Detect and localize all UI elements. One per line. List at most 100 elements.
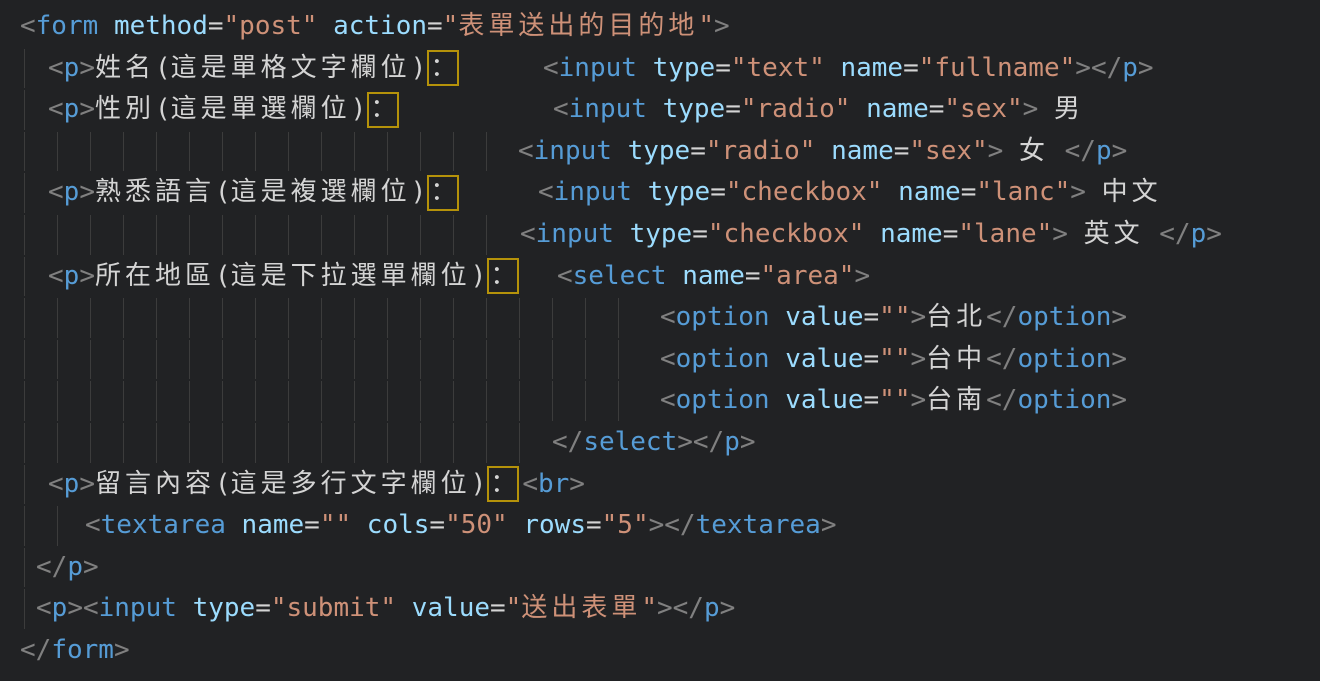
indent-guide xyxy=(57,340,58,380)
indent-guide xyxy=(321,132,322,172)
code-line-2[interactable]: <p>姓名(這是單格文字欄位)：<input type="text" name=… xyxy=(0,48,1320,90)
code-token: 表單送出的目的地 xyxy=(458,6,698,48)
code-line-10[interactable]: <option value="">台南</option> xyxy=(0,380,1320,422)
code-token: = xyxy=(490,588,506,630)
code-line-6[interactable]: <input type="checkbox" name="lane"> 英文 <… xyxy=(0,214,1320,256)
indent-guide xyxy=(420,298,421,338)
code-token xyxy=(864,214,880,256)
code-line-7[interactable]: <p>所在地區(這是下拉選單欄位)： <select name="area"> xyxy=(0,256,1320,298)
code-line-1[interactable]: <form method="post" action="表單送出的目的地"> xyxy=(0,6,1320,48)
code-token: type xyxy=(663,89,726,131)
code-line-16[interactable]: </form> xyxy=(0,630,1320,672)
code-token xyxy=(612,131,628,173)
code-token: form xyxy=(36,6,99,48)
indent-guide xyxy=(552,340,553,380)
code-token: = xyxy=(255,588,271,630)
indent-guide xyxy=(156,381,157,421)
code-editor[interactable]: <form method="post" action="表單送出的目的地"><p… xyxy=(0,0,1320,681)
indent-guide xyxy=(57,423,58,463)
code-segment: <select name="area"> xyxy=(557,256,870,298)
code-segment: <p>所在地區(這是下拉選單欄位)： xyxy=(48,256,522,298)
indent-guide xyxy=(24,90,25,130)
code-token: = xyxy=(903,48,919,90)
code-token: ( xyxy=(215,172,231,214)
indent-guide xyxy=(387,298,388,338)
code-token: p xyxy=(64,172,80,214)
code-line-12[interactable]: <p>留言內容(這是多行文字欄位)：<br> xyxy=(0,464,1320,506)
code-line-13[interactable]: <textarea name="" cols="50" rows="5"></t… xyxy=(0,505,1320,547)
code-token: method xyxy=(114,6,208,48)
code-token: > xyxy=(114,630,130,672)
code-token: type xyxy=(193,588,256,630)
code-line-14[interactable]: </p> xyxy=(0,547,1320,589)
indent-guide xyxy=(321,423,322,463)
code-token: input xyxy=(534,131,612,173)
code-token: name xyxy=(242,505,305,547)
code-token: </ xyxy=(552,422,583,464)
code-segment: <textarea name="" cols="50" rows="5"></t… xyxy=(85,505,836,547)
code-line-9[interactable]: <option value="">台中</option> xyxy=(0,339,1320,381)
code-token: </ xyxy=(1091,48,1122,90)
code-token: = xyxy=(586,505,602,547)
code-token: p xyxy=(64,89,80,131)
code-token: 送出表單 xyxy=(521,588,641,630)
code-token: > xyxy=(1070,172,1086,214)
code-token: input xyxy=(559,48,637,90)
code-token: "lanc" xyxy=(976,172,1070,214)
code-token: p xyxy=(1096,131,1112,173)
indent-guide xyxy=(354,298,355,338)
indent-guide xyxy=(24,215,25,255)
code-token xyxy=(226,505,242,547)
code-line-3[interactable]: <p>性別(這是單選欄位)：<input type="radio" name="… xyxy=(0,89,1320,131)
code-token: > xyxy=(79,48,95,90)
code-token: > xyxy=(910,297,926,339)
code-line-5[interactable]: <p>熟悉語言(這是複選欄位)：<input type="checkbox" n… xyxy=(0,172,1320,214)
code-segment: <p>熟悉語言(這是複選欄位)： xyxy=(48,172,462,214)
code-token: < xyxy=(83,588,99,630)
code-token xyxy=(825,48,841,90)
code-token: < xyxy=(20,6,36,48)
code-token: option xyxy=(676,297,770,339)
indent-guide xyxy=(387,423,388,463)
code-token: > xyxy=(79,464,95,506)
code-line-11[interactable]: </select></p> xyxy=(0,422,1320,464)
indent-guide xyxy=(123,381,124,421)
code-token: > xyxy=(854,256,870,298)
code-token: < xyxy=(553,89,569,131)
code-token: p xyxy=(724,422,740,464)
indent-guide xyxy=(24,548,25,588)
code-token: < xyxy=(557,256,573,298)
code-token: 這是多行文字欄位 xyxy=(231,464,471,506)
indent-guide xyxy=(486,298,487,338)
code-token: > xyxy=(740,422,756,464)
code-token: value xyxy=(785,380,863,422)
code-token: = xyxy=(864,339,880,381)
code-token: = xyxy=(894,131,910,173)
code-token: = xyxy=(745,256,761,298)
code-token: > xyxy=(1075,48,1091,90)
indent-guide xyxy=(90,215,91,255)
indent-guide xyxy=(189,132,190,172)
code-token: 女 xyxy=(1019,131,1049,173)
code-token: 英文 xyxy=(1084,214,1144,256)
code-token: input xyxy=(536,214,614,256)
indent-guide xyxy=(123,215,124,255)
indent-guide xyxy=(222,381,223,421)
indent-guide xyxy=(486,132,487,172)
code-token: </ xyxy=(664,505,695,547)
code-token: "fullname" xyxy=(919,48,1076,90)
code-segment: <input type="checkbox" name="lane"> 英文 <… xyxy=(520,214,1222,256)
code-token: > xyxy=(1023,89,1039,131)
indent-guide xyxy=(585,298,586,338)
code-token: = xyxy=(864,297,880,339)
code-token: > xyxy=(67,588,83,630)
code-line-4[interactable]: <input type="radio" name="sex"> 女 </p> xyxy=(0,131,1320,173)
code-token: 男 xyxy=(1054,89,1084,131)
indent-guide xyxy=(288,423,289,463)
indent-guide xyxy=(156,215,157,255)
code-line-15[interactable]: <p><input type="submit" value="送出表單"></p… xyxy=(0,588,1320,630)
code-token: 這是複選欄位 xyxy=(231,172,411,214)
indent-guide xyxy=(420,381,421,421)
code-line-8[interactable]: <option value="">台北</option> xyxy=(0,297,1320,339)
code-token: = xyxy=(929,89,945,131)
